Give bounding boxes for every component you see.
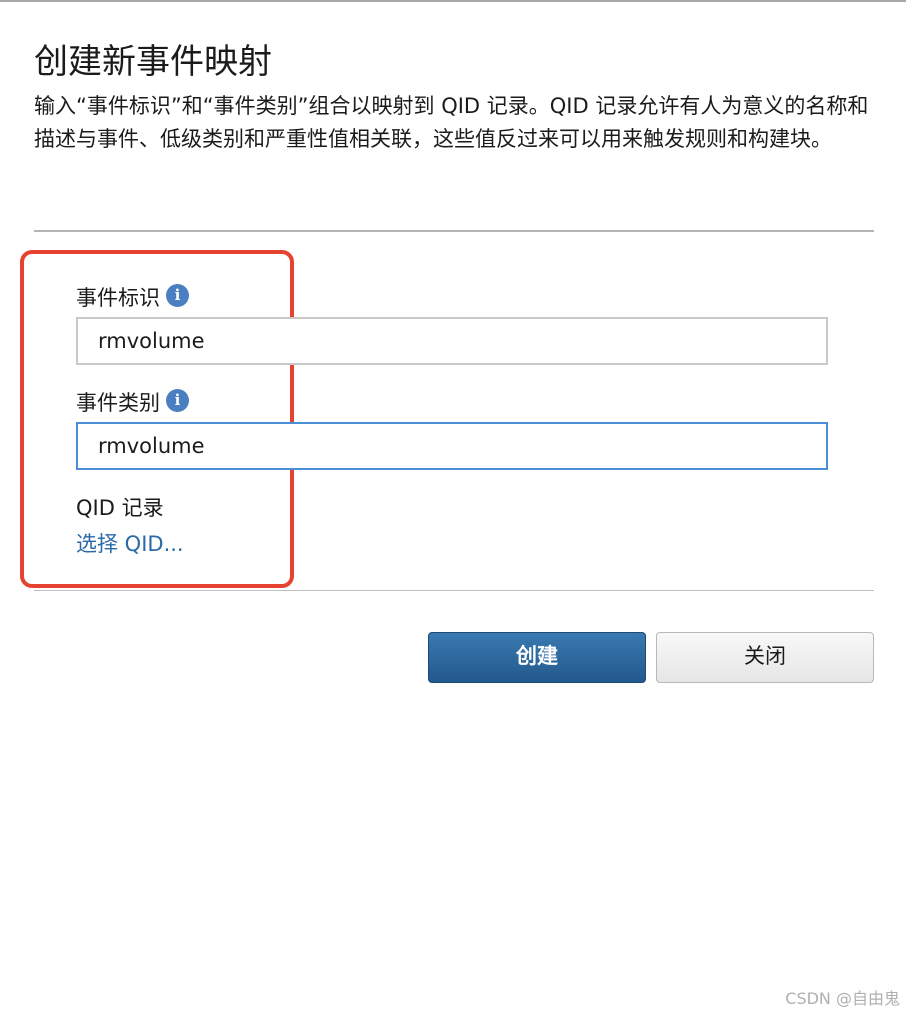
close-button[interactable]: 关闭 — [656, 632, 874, 683]
info-icon[interactable]: i — [166, 283, 189, 307]
event-category-input[interactable] — [76, 422, 828, 470]
footer-divider — [34, 590, 874, 591]
event-category-label: 事件类别 — [76, 391, 160, 415]
dialog-description: 输入“事件标识”和“事件类别”组合以映射到 QID 记录。QID 记录允许有人为… — [34, 94, 869, 151]
dialog-top-border — [0, 0, 906, 2]
event-id-label: 事件标识 — [76, 286, 160, 310]
dialog-title: 创建新事件映射 — [34, 42, 272, 82]
event-id-label-row: 事件标识 i — [76, 283, 189, 312]
create-button[interactable]: 创建 — [428, 632, 646, 683]
qid-record-label: QID 记录 — [76, 496, 164, 520]
watermark: CSDN @自由鬼 — [785, 989, 900, 1008]
header-divider — [34, 230, 874, 232]
event-category-label-row: 事件类别 i — [76, 388, 189, 417]
select-qid-link[interactable]: 选择 QID... — [76, 529, 184, 559]
event-id-input[interactable] — [76, 317, 828, 365]
info-icon[interactable]: i — [166, 388, 189, 412]
